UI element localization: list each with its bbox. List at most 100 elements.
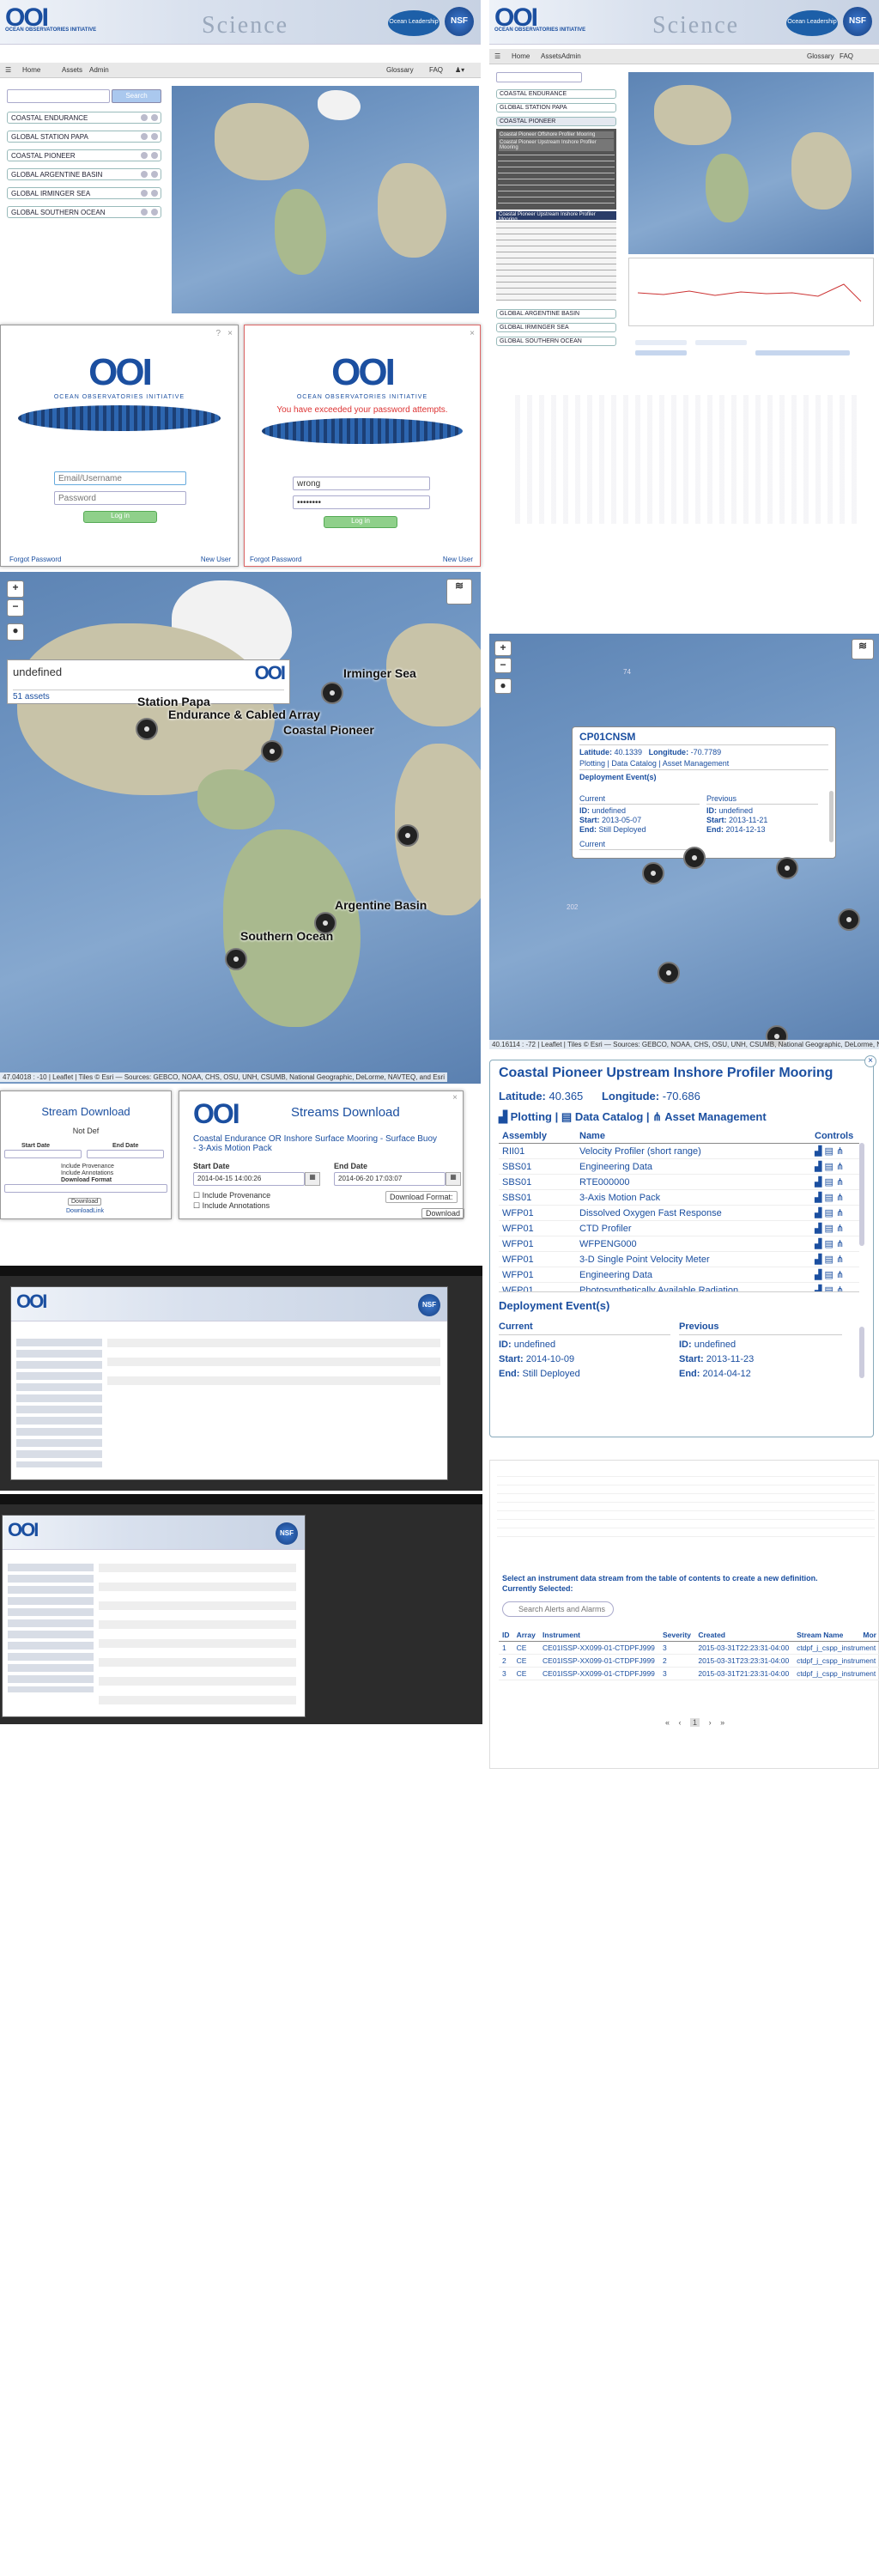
row-controls[interactable]: ▟ ▤ ⋔ [811, 1174, 859, 1190]
locate-button[interactable]: ● [7, 623, 24, 641]
nav-faq[interactable]: FAQ [429, 66, 443, 74]
overview-map[interactable] [172, 86, 479, 313]
end-time-field[interactable] [695, 340, 747, 345]
locate-button[interactable]: ● [494, 678, 512, 694]
selected-platform-bar[interactable]: Coastal Pioneer Upstream Inshore Profile… [496, 211, 616, 222]
array-item[interactable]: GLOBAL SOUTHERN OCEAN [7, 206, 161, 218]
row-controls[interactable]: ▟ ▤ ⋔ [811, 1251, 859, 1267]
plot-type-select[interactable] [635, 350, 687, 355]
array-item[interactable]: GLOBAL SOUTHERN OCEAN [496, 337, 616, 346]
platform-marker[interactable] [683, 847, 706, 869]
ooi-logo-3[interactable]: OOI [16, 1291, 47, 1313]
nav-home[interactable]: Home [512, 52, 530, 60]
end-date-input[interactable] [87, 1150, 164, 1158]
zoom-out-button[interactable]: − [494, 658, 512, 673]
download-button[interactable]: Download [68, 1198, 102, 1206]
row-controls[interactable]: ▟ ▤ ⋔ [811, 1143, 859, 1159]
array-item[interactable]: COASTAL ENDURANCE [7, 112, 161, 124]
close-icon[interactable]: × [452, 1093, 458, 1103]
row-controls[interactable]: ▟ ▤ ⋔ [811, 1282, 859, 1291]
menu-icon[interactable]: ☰ [5, 66, 11, 74]
annotations-checkbox[interactable]: Include Annotations [61, 1170, 113, 1176]
page-current[interactable]: 1 [690, 1718, 700, 1727]
table-row[interactable]: SBS01 3-Axis Motion Pack ▟ ▤ ⋔ [499, 1189, 859, 1206]
marker-irminger[interactable] [321, 682, 343, 704]
sub-item[interactable]: Coastal Pioneer Upstream Inshore Profile… [499, 139, 614, 151]
provenance-checkbox[interactable]: Include Provenance [61, 1163, 114, 1170]
row-controls[interactable]: ▟ ▤ ⋔ [811, 1158, 859, 1175]
table-row[interactable]: 3 CE CE01ISSP-XX099-01-CTDPFJ999 3 2015-03-3… [499, 1667, 879, 1680]
page-first[interactable]: « [665, 1718, 670, 1727]
array-item[interactable]: GLOBAL ARGENTINE BASIN [7, 168, 161, 180]
instrument-table-wrap[interactable]: Assembly Name Controls RII01 Velocity Pro… [499, 1129, 859, 1292]
search-input[interactable] [7, 89, 110, 103]
platform-marker[interactable] [658, 962, 680, 984]
plotting-link[interactable]: Plotting [511, 1110, 552, 1123]
expand-icon[interactable] [151, 171, 158, 178]
platform-marker[interactable] [776, 857, 798, 879]
nav-glossary[interactable]: Glossary [807, 52, 834, 60]
download-button[interactable]: Download [421, 1208, 465, 1218]
table-row[interactable]: RII01 Velocity Profiler (short range) ▟ ▤ … [499, 1143, 859, 1159]
table-row[interactable]: WFP01 Photosynthetically Available Radiat… [499, 1282, 859, 1291]
marker-argentine[interactable] [397, 824, 419, 847]
table-row[interactable]: WFP01 3-D Single Point Velocity Meter ▟ ▤ … [499, 1251, 859, 1267]
help-icon[interactable]: ? [215, 329, 221, 338]
ooi-logo[interactable]: OOI OCEAN OBSERVATORIES INITIATIVE [5, 3, 96, 33]
array-item[interactable]: GLOBAL STATION PAPA [496, 103, 616, 112]
ooi-logo-2[interactable]: OOI OCEAN OBSERVATORIES INITIATIVE [494, 3, 585, 33]
username-field[interactable]: wrong [293, 477, 430, 490]
row-controls[interactable]: ▟ ▤ ⋔ [811, 1205, 859, 1221]
zoom-in-button[interactable]: + [7, 580, 24, 598]
login-button[interactable]: Log in [324, 516, 397, 528]
table-scrollbar[interactable] [859, 1143, 864, 1246]
calendar-icon[interactable]: ▦ [446, 1172, 461, 1186]
expand-icon[interactable] [151, 209, 158, 216]
nav-admin[interactable]: Admin [89, 66, 109, 74]
sub-item[interactable]: Coastal Pioneer Offshore Profiler Moorin… [499, 131, 614, 138]
username-field[interactable] [54, 471, 186, 485]
info-icon[interactable] [141, 209, 148, 216]
search-button[interactable]: Search [112, 89, 161, 103]
table-row[interactable]: 2 CE CE01ISSP-XX099-01-CTDPFJ999 2 2015-03-3… [499, 1654, 879, 1668]
menu-icon[interactable]: ☰ [494, 52, 500, 60]
new-user-link[interactable]: New User [201, 556, 231, 563]
deploy-scrollbar[interactable] [859, 1327, 864, 1378]
password-field[interactable]: •••••••• [293, 495, 430, 509]
provenance-checkbox[interactable]: ☐ Include Provenance [193, 1191, 270, 1200]
array-item[interactable]: GLOBAL IRMINGER SEA [7, 187, 161, 199]
map-search-input[interactable]: undefined [13, 665, 62, 678]
array-item[interactable]: GLOBAL STATION PAPA [7, 131, 161, 143]
end-date-input[interactable]: 2014-06-20 17:03:07 [334, 1172, 446, 1186]
array-item[interactable]: GLOBAL IRMINGER SEA [496, 323, 616, 332]
catalog-link[interactable]: Data Catalog [611, 759, 657, 768]
info-icon[interactable] [141, 114, 148, 121]
popup-scrollbar[interactable] [829, 791, 834, 842]
row-controls[interactable]: ▟ ▤ ⋔ [811, 1236, 859, 1252]
expand-icon[interactable] [151, 190, 158, 197]
plotting-link[interactable]: Plotting [579, 759, 605, 768]
nav-admin[interactable]: Admin [561, 52, 581, 60]
nav-assets[interactable]: Assets [541, 52, 561, 60]
marker-pioneer[interactable] [261, 740, 283, 762]
table-row[interactable]: SBS01 RTE000000 ▟ ▤ ⋔ [499, 1174, 859, 1190]
close-icon[interactable]: × [864, 1055, 876, 1067]
overview-map-2[interactable] [628, 72, 874, 254]
ooi-logo-4[interactable]: OOI [8, 1519, 39, 1541]
row-controls[interactable]: ▟ ▤ ⋔ [811, 1189, 859, 1206]
row-controls[interactable]: ▟ ▤ ⋔ [811, 1220, 859, 1236]
expand-icon[interactable] [151, 133, 158, 140]
info-icon[interactable] [141, 133, 148, 140]
array-item[interactable]: COASTAL PIONEER [7, 149, 161, 161]
world-map[interactable]: + − ● ≋ undefined OOI 51 assets Station … [0, 572, 481, 1084]
catalog-link[interactable]: Data Catalog [575, 1110, 643, 1123]
alerts-search-input[interactable] [502, 1601, 614, 1617]
start-time-field[interactable] [635, 340, 687, 345]
password-field[interactable] [54, 491, 186, 505]
start-date-input[interactable] [4, 1150, 82, 1158]
info-icon[interactable] [141, 190, 148, 197]
layers-button[interactable]: ≋ [852, 639, 874, 659]
forgot-password-link[interactable]: Forgot Password [9, 556, 61, 563]
row-controls[interactable]: ▟ ▤ ⋔ [811, 1267, 859, 1283]
forgot-password-link[interactable]: Forgot Password [250, 556, 301, 563]
